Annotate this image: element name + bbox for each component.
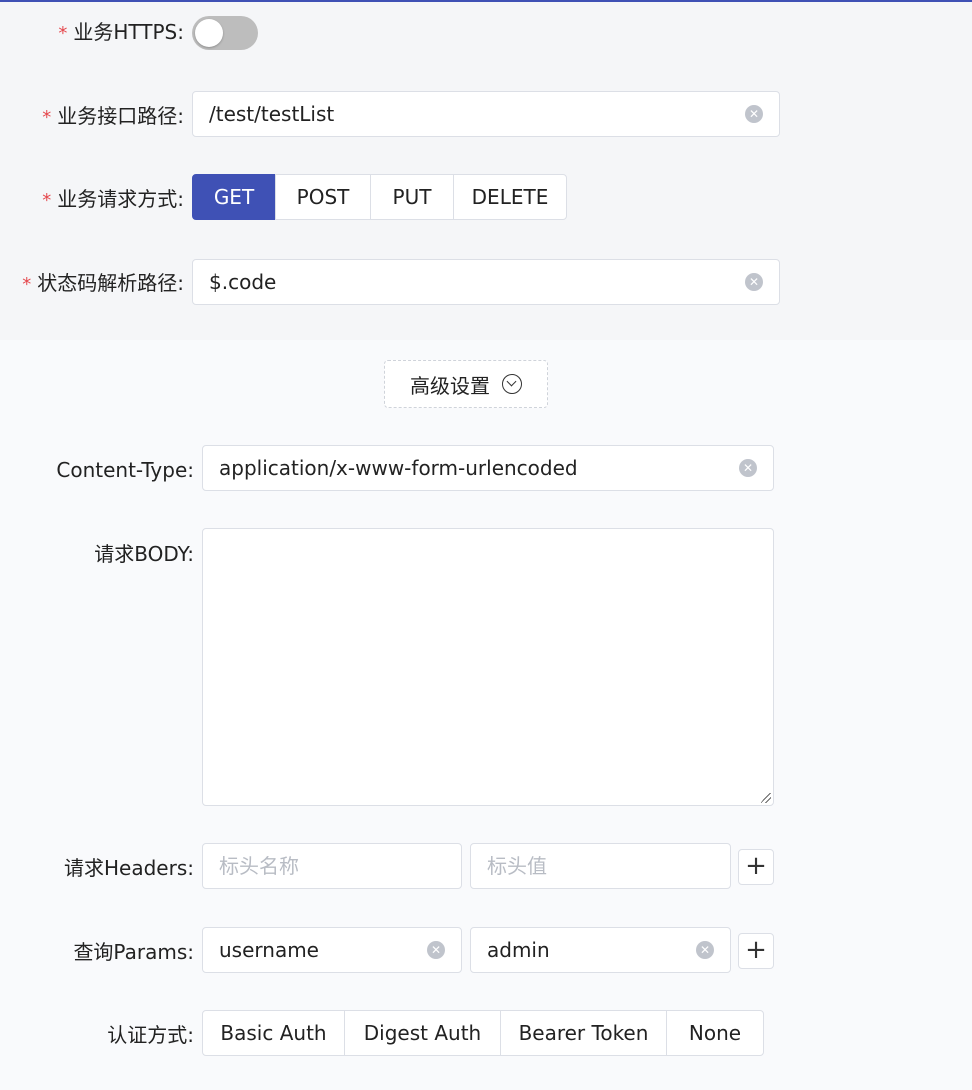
- method-get-button[interactable]: GET: [192, 174, 276, 220]
- clear-circle-icon[interactable]: ✕: [745, 273, 763, 291]
- body-textarea[interactable]: [202, 528, 774, 806]
- clear-circle-icon[interactable]: ✕: [739, 459, 757, 477]
- method-delete-button[interactable]: DELETE: [453, 174, 567, 220]
- plus-icon: +: [745, 935, 767, 965]
- auth-none-button[interactable]: None: [666, 1010, 764, 1056]
- required-asterisk: *: [42, 190, 52, 211]
- auth-basic-button[interactable]: Basic Auth: [202, 1010, 345, 1056]
- method-post-button[interactable]: POST: [275, 174, 371, 220]
- required-asterisk: *: [22, 274, 32, 295]
- method-put-button[interactable]: PUT: [370, 174, 454, 220]
- required-asterisk: *: [42, 107, 52, 128]
- clear-circle-icon[interactable]: ✕: [745, 105, 763, 123]
- path-label: * 业务接口路径:: [42, 104, 184, 128]
- status-path-input[interactable]: $.code ✕: [192, 259, 780, 305]
- auth-digest-button[interactable]: Digest Auth: [344, 1010, 501, 1056]
- chevron-down-circle-icon: [502, 374, 522, 394]
- clear-circle-icon[interactable]: ✕: [696, 941, 714, 959]
- https-label: * 业务HTTPS:: [58, 20, 184, 44]
- header-value-input[interactable]: 标头值: [470, 843, 731, 889]
- add-param-button[interactable]: +: [738, 933, 774, 969]
- auth-button-group: Basic Auth Digest Auth Bearer Token None: [202, 1010, 764, 1056]
- content-type-input[interactable]: application/x-www-form-urlencoded ✕: [202, 445, 774, 491]
- https-toggle[interactable]: [192, 16, 258, 50]
- required-asterisk: *: [58, 23, 68, 44]
- resize-handle-icon[interactable]: [761, 793, 771, 803]
- auth-label: 认证方式:: [107, 1023, 194, 1047]
- status-path-label: * 状态码解析路径:: [22, 271, 184, 295]
- add-header-button[interactable]: +: [738, 849, 774, 885]
- headers-label: 请求Headers:: [64, 856, 194, 880]
- params-label: 查询Params:: [73, 940, 194, 964]
- body-label: 请求BODY:: [94, 542, 194, 566]
- content-type-label: Content-Type:: [56, 458, 194, 482]
- clear-circle-icon[interactable]: ✕: [427, 941, 445, 959]
- toggle-knob: [195, 19, 223, 47]
- method-label: * 业务请求方式:: [42, 187, 184, 211]
- plus-icon: +: [745, 851, 767, 881]
- auth-bearer-button[interactable]: Bearer Token: [500, 1010, 667, 1056]
- header-name-input[interactable]: 标头名称: [202, 843, 462, 889]
- param-value-input[interactable]: admin ✕: [470, 927, 731, 973]
- method-button-group: GET POST PUT DELETE: [192, 174, 567, 220]
- param-name-input[interactable]: username ✕: [202, 927, 462, 973]
- advanced-settings-button[interactable]: 高级设置: [384, 360, 548, 408]
- path-input[interactable]: /test/testList ✕: [192, 91, 780, 137]
